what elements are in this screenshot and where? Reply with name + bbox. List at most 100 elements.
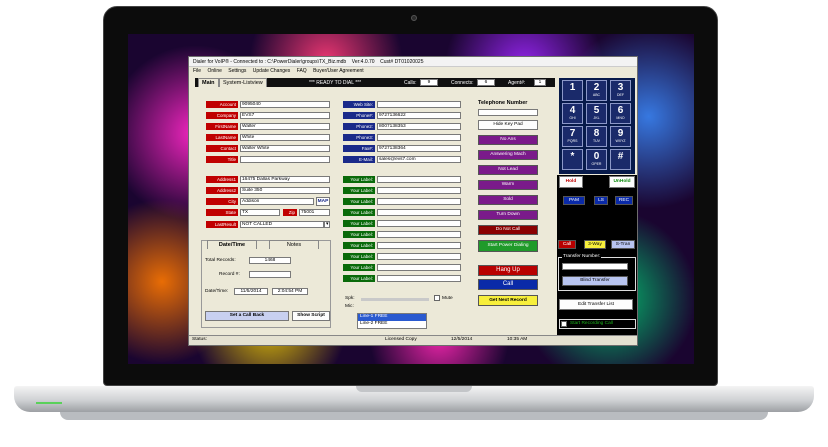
key-1[interactable]: 1 [562, 80, 583, 101]
key-star[interactable]: * [562, 149, 583, 170]
chevron-down-icon[interactable]: ▾ [324, 221, 330, 228]
edit-transfer-list-button[interactable]: Edit Transfer List [559, 299, 633, 310]
key-0[interactable]: 0 OPER [586, 149, 607, 170]
key-6[interactable]: 6 MNO [610, 103, 631, 124]
custom-label-7: Your Label: [343, 242, 375, 249]
menu-bar: File Online Settings Update Changes FAQ … [189, 67, 637, 76]
menu-settings[interactable]: Settings [228, 68, 246, 74]
mute-checkbox[interactable] [434, 295, 440, 301]
website-field[interactable] [377, 101, 461, 108]
state-field[interactable]: TX [240, 209, 280, 216]
email-label: E-Mail: [343, 156, 375, 163]
warm-button[interactable]: Warm [478, 180, 538, 190]
no-ans-button[interactable]: No Ans [478, 135, 538, 145]
lastresult-select[interactable]: NOT CALLED [240, 221, 324, 228]
menu-agreement[interactable]: Buyer/User Agreement [313, 68, 364, 74]
not-lead-button[interactable]: Not Lead [478, 165, 538, 175]
custom-field-7[interactable] [377, 242, 461, 249]
company-field[interactable]: EVS7 [240, 112, 330, 119]
hang-up-button[interactable]: Hang Up [478, 265, 538, 276]
phone1-label: Phone#: [343, 112, 375, 119]
hold-button[interactable]: Hold [559, 176, 583, 188]
phone3-field[interactable] [377, 134, 461, 141]
key-2[interactable]: 2 ABC [586, 80, 607, 101]
transfer-number-label: Transfer Number: [562, 254, 602, 259]
transfer-number-select[interactable] [562, 263, 628, 270]
s-tran-button[interactable]: S-Tran [611, 240, 635, 249]
show-script-button[interactable]: Show Script [292, 311, 330, 321]
start-recording-checkbox[interactable] [561, 321, 567, 327]
transfer-call-button[interactable]: Call [558, 240, 576, 249]
key-4[interactable]: 4 GHI [562, 103, 583, 124]
key-9[interactable]: 9 WXYZ [610, 126, 631, 147]
ls-button[interactable]: LS [594, 196, 608, 205]
tab-datetime[interactable]: Date/Time [207, 240, 257, 249]
tab-system-listview[interactable]: System-Listview [219, 78, 267, 87]
turn-down-button[interactable]: Turn Down [478, 210, 538, 220]
webcam [411, 15, 417, 21]
start-power-dialing-button[interactable]: Start Power Dialing [478, 240, 538, 252]
three-way-button[interactable]: 3-Way [584, 240, 606, 249]
custom-field-6[interactable] [377, 231, 461, 238]
get-next-record-button[interactable]: Get Next Record [478, 295, 538, 306]
zip-label: Zip [283, 209, 297, 216]
line-2[interactable]: Line-2 FREE [358, 321, 426, 328]
record-number[interactable] [249, 271, 291, 278]
lastname-field[interactable]: White [240, 134, 330, 141]
email-field[interactable]: sales@evs7.com [377, 156, 461, 163]
pam-button[interactable]: PAM [563, 196, 585, 205]
phone2-label: Phone2: [343, 123, 375, 130]
title-label: Title [206, 156, 238, 163]
custom-field-5[interactable] [377, 220, 461, 227]
address1-field[interactable]: 16475 Dallas Parkway [240, 176, 330, 183]
custom-label-2: Your Label: [343, 187, 375, 194]
city-field[interactable]: Addison [240, 198, 314, 205]
custom-field-2[interactable] [377, 187, 461, 194]
phone3-label: Phone3: [343, 134, 375, 141]
phone1-field[interactable]: 9727136622 [377, 112, 461, 119]
set-callback-button[interactable]: Set a Call Back [205, 311, 289, 321]
key-8[interactable]: 8 TUV [586, 126, 607, 147]
firstname-field[interactable]: Walter [240, 123, 330, 130]
hide-keypad-button[interactable]: Hide Key Pad [478, 120, 538, 130]
telephone-number-field[interactable] [478, 109, 538, 116]
menu-file[interactable]: File [193, 68, 201, 74]
zip-field[interactable]: 75001 [299, 209, 330, 216]
answering-mach-button[interactable]: Answering Mach [478, 150, 538, 160]
custom-field-10[interactable] [377, 275, 461, 282]
key-7[interactable]: 7 PQRS [562, 126, 583, 147]
phone2-field[interactable]: 8007138353 [377, 123, 461, 130]
status-label: Status: [192, 337, 207, 342]
address2-label: Address2 [206, 187, 238, 194]
speaker-volume[interactable] [361, 298, 429, 301]
blind-transfer-button[interactable]: Blind Transfer [562, 276, 628, 286]
menu-online[interactable]: Online [207, 68, 221, 74]
custom-field-9[interactable] [377, 264, 461, 271]
custom-field-8[interactable] [377, 253, 461, 260]
account-field[interactable]: 9095040 [240, 101, 330, 108]
custom-label-9: Your Label: [343, 264, 375, 271]
line-1[interactable]: Line-1 FREE [358, 314, 426, 321]
tab-notes[interactable]: Notes [269, 240, 319, 249]
tab-main[interactable]: Main [198, 78, 219, 87]
do-not-call-button[interactable]: Do Not Call [478, 225, 538, 235]
custom-field-1[interactable] [377, 176, 461, 183]
key-3[interactable]: 3 DEF [610, 80, 631, 101]
agent-label: Agent#: [508, 80, 526, 86]
title-field[interactable] [240, 156, 330, 163]
key-5[interactable]: 5 JKL [586, 103, 607, 124]
contact-field[interactable]: Walter White [240, 145, 330, 152]
fax-field[interactable]: 9727138364 [377, 145, 461, 152]
key-hash[interactable]: # [610, 149, 631, 170]
custom-field-4[interactable] [377, 209, 461, 216]
custom-label-4: Your Label: [343, 209, 375, 216]
call-button[interactable]: Call [478, 279, 538, 290]
unhold-button[interactable]: UnHold [609, 176, 635, 188]
custom-field-3[interactable] [377, 198, 461, 205]
sold-button[interactable]: Sold [478, 195, 538, 205]
map-button[interactable]: MAP [316, 197, 330, 206]
menu-update-changes[interactable]: Update Changes [253, 68, 291, 74]
menu-faq[interactable]: FAQ [297, 68, 307, 74]
address2-field[interactable]: Suite 350 [240, 187, 330, 194]
rec-button[interactable]: REC [615, 196, 633, 205]
